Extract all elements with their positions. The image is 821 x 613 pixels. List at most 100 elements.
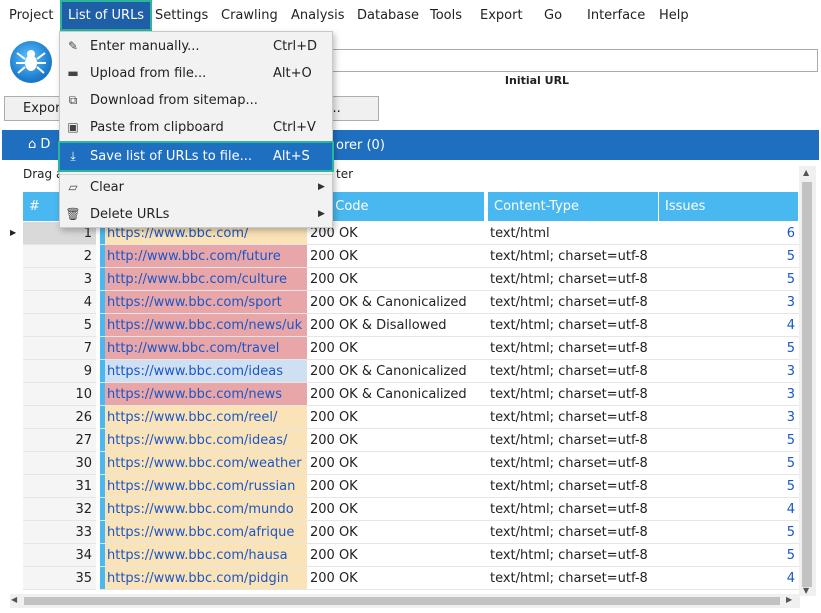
url-cell[interactable]: https://www.bbc.com/weather	[105, 452, 307, 475]
scroll-right-arrow-icon[interactable]: ▶	[786, 595, 792, 604]
url-cell[interactable]: https://www.bbc.com/russian	[105, 475, 307, 498]
status-code-cell: 200 OK & Disallowed	[307, 314, 485, 337]
menu-export[interactable]: Export	[480, 0, 523, 31]
column-header-issues[interactable]: Issues	[659, 192, 799, 221]
issues-cell[interactable]: 3	[656, 406, 799, 429]
issues-cell[interactable]: 4	[656, 314, 799, 337]
menu-crawling[interactable]: Crawling	[221, 0, 278, 31]
issues-cell[interactable]: 4	[656, 567, 799, 590]
menu-item-upload-from-file[interactable]: ▬ Upload from file... Alt+O	[60, 60, 332, 87]
trash-icon: 🗑	[65, 207, 81, 221]
issues-cell[interactable]: 5	[656, 337, 799, 360]
column-header-status-code[interactable]: tus Code	[307, 192, 485, 221]
table-row[interactable]: 31 https://www.bbc.com/russian 200 OK text/…	[23, 475, 799, 498]
menu-item-save-list-to-file[interactable]: ⤓ Save list of URLs to file... Alt+S	[58, 141, 334, 172]
initial-url-input[interactable]	[332, 49, 818, 72]
content-type-cell: text/html; charset=utf-8	[485, 498, 656, 521]
menu-item-shortcut: Alt+O	[273, 66, 312, 81]
horizontal-scroll-thumb[interactable]	[24, 597, 780, 605]
issues-cell[interactable]: 3	[656, 360, 799, 383]
table-row[interactable]: 35 https://www.bbc.com/pidgin 200 OK text/h…	[23, 567, 799, 590]
url-cell[interactable]: https://www.bbc.com/ideas	[105, 360, 307, 383]
row-number: 3	[23, 268, 96, 291]
url-cell[interactable]: https://www.bbc.com/ideas/	[105, 429, 307, 452]
menu-help[interactable]: Help	[659, 0, 689, 31]
menu-analysis[interactable]: Analysis	[291, 0, 345, 31]
issues-cell[interactable]: 5	[656, 429, 799, 452]
url-cell[interactable]: https://www.bbc.com/hausa	[105, 544, 307, 567]
issues-cell[interactable]: 5	[656, 521, 799, 544]
url-cell[interactable]: https://www.bbc.com/mundo	[105, 498, 307, 521]
eraser-icon: ▱	[68, 180, 78, 194]
url-cell[interactable]: https://www.bbc.com/news	[105, 383, 307, 406]
explorer-tab[interactable]: orer (0)	[336, 138, 385, 153]
menu-item-shortcut: Ctrl+D	[273, 39, 318, 54]
issues-cell[interactable]: 5	[656, 452, 799, 475]
scroll-left-arrow-icon[interactable]: ◀	[11, 595, 17, 604]
menu-item-paste-from-clipboard[interactable]: ▣ Paste from clipboard Ctrl+V	[60, 114, 332, 141]
issues-cell[interactable]: 3	[656, 383, 799, 406]
table-row[interactable]: 30 https://www.bbc.com/weather 200 OK text/…	[23, 452, 799, 475]
vertical-scroll-thumb[interactable]	[802, 182, 812, 587]
issues-cell[interactable]: 5	[656, 268, 799, 291]
submenu-arrow-icon: ▶	[318, 209, 325, 219]
issues-cell[interactable]: 5	[656, 245, 799, 268]
home-icon: ⌂	[28, 137, 37, 152]
column-header-content-type[interactable]: Content-Type	[488, 192, 659, 221]
app-logo-icon	[10, 41, 52, 83]
clipboard-icon: ▣	[67, 120, 79, 134]
table-row[interactable]: 33 https://www.bbc.com/afrique 200 OK text/…	[23, 521, 799, 544]
menu-go[interactable]: Go	[544, 0, 562, 31]
table-row[interactable]: 10 https://www.bbc.com/news 200 OK & Canon…	[23, 383, 799, 406]
issues-cell[interactable]: 5	[656, 475, 799, 498]
url-cell[interactable]: https://www.bbc.com/afrique	[105, 521, 307, 544]
status-code-cell: 200 OK	[307, 452, 485, 475]
table-row[interactable]: 32 https://www.bbc.com/mundo 200 OK text/ht…	[23, 498, 799, 521]
table-row[interactable]: 27 https://www.bbc.com/ideas/200 OK text/h…	[23, 429, 799, 452]
url-cell[interactable]: https://www.bbc.com/news/uk	[105, 314, 307, 337]
menu-settings[interactable]: Settings	[155, 0, 208, 31]
export-button[interactable]: Export	[4, 96, 66, 121]
scroll-up-arrow-icon[interactable]: ▲	[803, 168, 809, 177]
url-cell[interactable]: http://www.bbc.com/culture	[105, 268, 307, 291]
submenu-arrow-icon: ▶	[318, 182, 325, 192]
content-type-cell: text/html; charset=utf-8	[485, 475, 656, 498]
menu-interface[interactable]: Interface	[587, 0, 645, 31]
status-code-cell: 200 OK	[307, 475, 485, 498]
menu-tools[interactable]: Tools	[430, 0, 462, 31]
table-row[interactable]: 34 https://www.bbc.com/hausa 200 OK text/ht…	[23, 544, 799, 567]
status-code-cell: 200 OK	[307, 268, 485, 291]
menu-project[interactable]: Project	[9, 0, 53, 31]
table-row[interactable]: 4 https://www.bbc.com/sport 200 OK & Canon…	[23, 291, 799, 314]
status-code-cell: 200 OK	[307, 429, 485, 452]
url-cell[interactable]: http://www.bbc.com/future	[105, 245, 307, 268]
content-type-cell: text/html; charset=utf-8	[485, 337, 656, 360]
issues-cell[interactable]: 3	[656, 291, 799, 314]
menu-item-clear[interactable]: ▱ Clear ▶	[60, 174, 332, 201]
menu-item-enter-manually[interactable]: ✎ Enter manually... Ctrl+D	[60, 33, 332, 60]
table-row[interactable]: 3 http://www.bbc.com/culture 200 OK text/ht…	[23, 268, 799, 291]
url-cell[interactable]: http://www.bbc.com/travel	[105, 337, 307, 360]
url-cell[interactable]: https://www.bbc.com/reel/	[105, 406, 307, 429]
status-code-cell: 200 OK	[307, 544, 485, 567]
table-row[interactable]: 5 https://www.bbc.com/news/uk 200 OK & Dis…	[23, 314, 799, 337]
url-cell[interactable]: https://www.bbc.com/sport	[105, 291, 307, 314]
issues-cell[interactable]: 4	[656, 498, 799, 521]
table-row[interactable]: 7 http://www.bbc.com/travel 200 OK text/htm…	[23, 337, 799, 360]
scroll-down-arrow-icon[interactable]: ▼	[803, 586, 809, 595]
issues-cell[interactable]: 5	[656, 544, 799, 567]
menu-list-of-urls[interactable]: List of URLs	[60, 0, 153, 31]
row-number: 26	[23, 406, 96, 429]
dashboard-tab[interactable]: ⌂ D	[28, 137, 50, 152]
url-cell[interactable]: https://www.bbc.com/pidgin	[105, 567, 307, 590]
issues-cell[interactable]: 6	[656, 222, 799, 245]
menu-item-delete-urls[interactable]: 🗑 Delete URLs ▶	[60, 201, 332, 228]
table-row[interactable]: 9 https://www.bbc.com/ideas 200 OK & Canon…	[23, 360, 799, 383]
menu-item-download-from-sitemap[interactable]: ⧉ Download from sitemap...	[60, 87, 332, 114]
content-type-cell: text/html; charset=utf-8	[485, 360, 656, 383]
table-row[interactable]: 26 https://www.bbc.com/reel/200 OK text/ht…	[23, 406, 799, 429]
status-code-cell: 200 OK	[307, 567, 485, 590]
menu-database[interactable]: Database	[357, 0, 419, 31]
menu-item-label: Clear	[90, 180, 124, 195]
table-row[interactable]: 2 http://www.bbc.com/future 200 OK text/htm…	[23, 245, 799, 268]
